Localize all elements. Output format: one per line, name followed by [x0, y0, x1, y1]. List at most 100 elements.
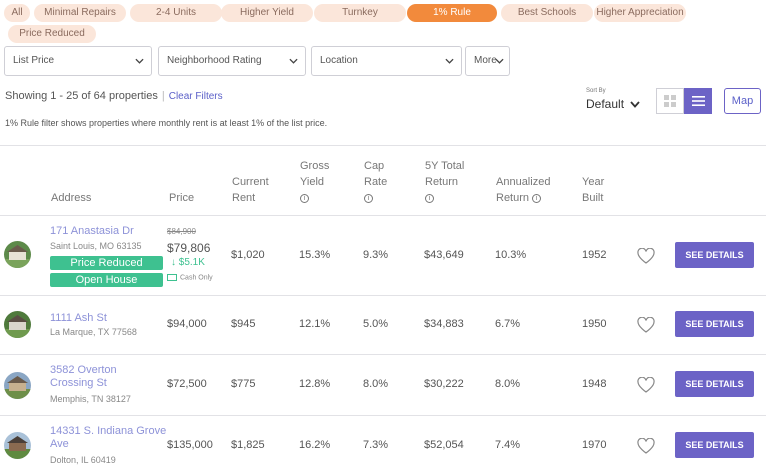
list-icon	[692, 96, 705, 106]
chevron-down-icon	[445, 58, 454, 64]
table-row[interactable]: 1111 Ash St La Marque, TX 77568 $94,000 …	[0, 295, 766, 354]
property-address-link[interactable]: 3582 Overton Crossing St	[50, 364, 117, 390]
header-cap-rate-line1: Cap	[364, 160, 385, 172]
annualized-return: 8.0%	[495, 378, 521, 390]
property-address-link[interactable]: 171 Anastasia Dr	[50, 225, 134, 237]
chevron-down-icon	[630, 101, 640, 108]
info-icon[interactable]: i	[532, 193, 542, 203]
gross-yield: 12.8%	[299, 378, 331, 390]
current-rent: $945	[231, 318, 256, 330]
price: $94,000	[167, 318, 207, 330]
year-built: 1950	[582, 318, 607, 330]
table-row[interactable]: 3582 Overton Crossing St Memphis, TN 381…	[0, 354, 766, 415]
gross-yield: 15.3%	[299, 249, 331, 261]
list-price-dropdown[interactable]: List Price	[4, 46, 152, 76]
see-details-button[interactable]: SEE DETAILS	[675, 432, 754, 458]
current-rent: $775	[231, 378, 256, 390]
location-dropdown[interactable]: Location	[311, 46, 462, 76]
map-button[interactable]: Map	[724, 88, 761, 114]
clear-filters-link[interactable]: Clear Filters	[169, 91, 223, 102]
address-line-1: 14331 S. Indiana Grove	[50, 425, 167, 437]
filter-note: 1% Rule filter shows properties where mo…	[5, 118, 328, 128]
separator: |	[161, 90, 165, 102]
heart-icon[interactable]	[637, 248, 655, 264]
list-view-button[interactable]	[684, 88, 712, 114]
price: $72,500	[167, 378, 207, 390]
heart-icon[interactable]	[637, 317, 655, 333]
chip-minimal-repairs[interactable]: Minimal Repairs	[34, 4, 126, 22]
total-return: $30,222	[424, 378, 464, 390]
current-rent: $1,825	[231, 439, 265, 451]
header-total-return-line1: 5Y Total	[425, 160, 465, 172]
chip-price-reduced[interactable]: Price Reduced	[8, 25, 96, 43]
header-cap-rate: Cap Rate i	[364, 158, 387, 206]
header-cap-rate-line2: Rate	[364, 176, 388, 188]
header-year-built-line2: Built	[582, 192, 604, 204]
cash-only-text: Cash Only	[180, 274, 213, 282]
neighborhood-rating-label: Neighborhood Rating	[167, 55, 262, 66]
chip-all[interactable]: All	[4, 4, 30, 22]
header-year-built: Year Built	[582, 174, 604, 206]
table-row[interactable]: 14331 S. Indiana Grove Ave Dolton, IL 60…	[0, 415, 766, 474]
cap-rate: 8.0%	[363, 378, 389, 390]
info-icon[interactable]: i	[300, 193, 309, 203]
header-current-rent-line2: Rent	[232, 192, 256, 204]
total-return: $43,649	[424, 249, 464, 261]
open-house-badge: Open House	[50, 273, 163, 287]
property-thumbnail[interactable]	[4, 372, 31, 399]
property-address-link[interactable]: 1111 Ash St	[50, 312, 107, 324]
cap-rate: 5.0%	[363, 318, 389, 330]
see-details-button[interactable]: SEE DETAILS	[675, 242, 754, 268]
price-drop-amount: $5.1K	[178, 257, 205, 268]
property-thumbnail[interactable]	[4, 311, 31, 338]
see-details-button[interactable]: SEE DETAILS	[675, 311, 754, 337]
grid-view-button[interactable]	[656, 88, 684, 114]
header-year-built-line1: Year	[582, 176, 605, 188]
neighborhood-rating-dropdown[interactable]: Neighborhood Rating	[158, 46, 306, 76]
chip-turnkey[interactable]: Turnkey	[314, 4, 406, 22]
heart-icon[interactable]	[637, 377, 655, 393]
property-thumbnail[interactable]	[4, 432, 31, 459]
heart-icon[interactable]	[637, 438, 655, 454]
list-price-label: List Price	[13, 55, 55, 66]
chip-2-4-units[interactable]: 2-4 Units	[130, 4, 222, 22]
property-city: La Marque, TX 77568	[50, 327, 137, 337]
property-city: Saint Louis, MO 63135	[50, 241, 142, 251]
property-city: Dolton, IL 60419	[50, 455, 116, 465]
property-thumbnail[interactable]	[4, 241, 31, 268]
chip-higher-appreciation[interactable]: Higher Appreciation	[594, 4, 686, 22]
table-row[interactable]: 171 Anastasia Dr Saint Louis, MO 63135 P…	[0, 215, 766, 295]
see-details-button[interactable]: SEE DETAILS	[675, 371, 754, 397]
gross-yield: 12.1%	[299, 318, 331, 330]
arrow-down-icon: ↓	[171, 257, 176, 268]
sort-dropdown[interactable]: Default	[586, 97, 640, 111]
price-reduced-badge: Price Reduced	[50, 256, 163, 270]
chip-higher-yield[interactable]: Higher Yield	[221, 4, 313, 22]
property-address-link[interactable]: 14331 S. Indiana Grove Ave	[50, 425, 166, 451]
house-photo-icon	[4, 432, 31, 459]
more-dropdown[interactable]: More	[465, 46, 510, 76]
house-photo-icon	[4, 372, 31, 399]
house-photo-icon	[4, 311, 31, 338]
property-city: Memphis, TN 38127	[50, 394, 131, 404]
header-annualized-line1: Annualized	[496, 176, 551, 188]
gross-yield: 16.2%	[299, 439, 331, 451]
address-line-1: 3582 Overton	[50, 364, 117, 376]
header-annualized-line2-text: Return	[496, 192, 530, 204]
current-rent: $1,020	[231, 249, 265, 261]
results-summary: Showing 1 - 25 of 64 properties | Clear Fi…	[5, 90, 223, 102]
chip-best-schools[interactable]: Best Schools	[501, 4, 593, 22]
header-price: Price	[169, 192, 195, 204]
header-5y-total-return: 5Y Total Return i	[425, 158, 464, 206]
info-icon[interactable]: i	[425, 193, 434, 203]
original-price: $84,900	[167, 227, 196, 236]
chevron-down-icon	[495, 58, 504, 64]
header-gross-yield-line1: Gross	[300, 160, 330, 172]
more-label: More	[474, 55, 497, 66]
chip-1-percent-rule[interactable]: 1% Rule	[407, 4, 497, 22]
divider	[0, 145, 766, 146]
info-icon[interactable]: i	[364, 193, 373, 203]
header-gross-yield-line2: Yield	[300, 176, 325, 188]
sort-by-label: Sort By	[586, 88, 606, 94]
price: $135,000	[167, 439, 213, 451]
